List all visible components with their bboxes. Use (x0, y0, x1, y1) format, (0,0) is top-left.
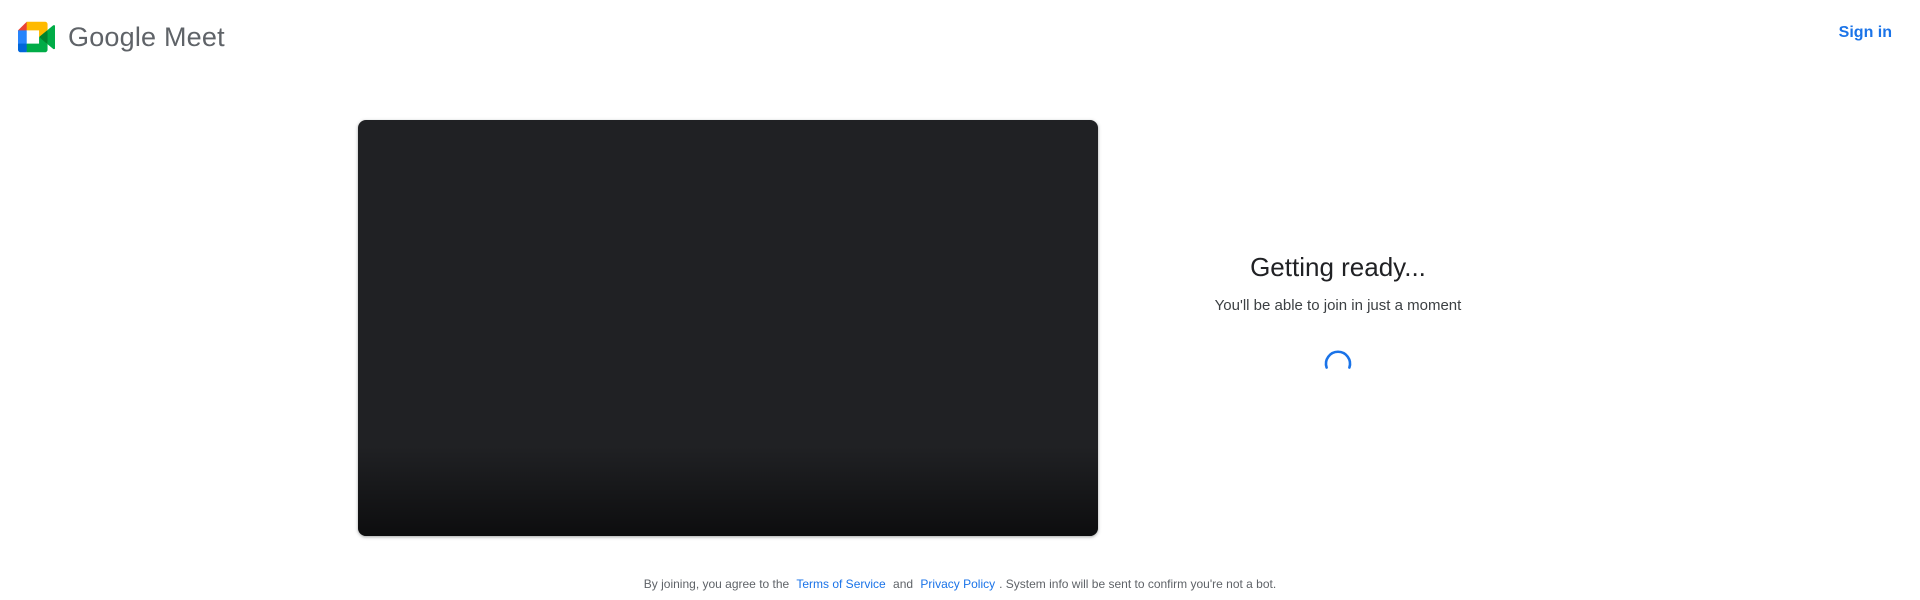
footer-prefix-text: By joining, you agree to the (643, 577, 790, 591)
brand[interactable]: Google Meet (18, 20, 225, 54)
sign-in-link[interactable]: Sign in (1835, 22, 1896, 44)
legal-footer: By joining, you agree to the Terms of Se… (0, 574, 1920, 594)
google-meet-logo-icon (18, 21, 55, 53)
status-subtitle: You'll be able to join in just a moment (1214, 297, 1462, 314)
brand-name: Google Meet (68, 21, 225, 52)
loading-spinner-icon (1324, 350, 1352, 369)
status-title: Getting ready... (1250, 252, 1426, 282)
footer-suffix-text: . System info will be sent to confirm yo… (999, 577, 1277, 591)
terms-of-service-link[interactable]: Terms of Service (796, 577, 885, 591)
video-preview-gradient (358, 446, 1098, 536)
top-bar: Google Meet Sign in (0, 0, 1920, 72)
privacy-policy-link[interactable]: Privacy Policy (920, 577, 995, 591)
video-preview (358, 120, 1098, 536)
footer-and-text: and (893, 577, 914, 591)
join-status-panel: Getting ready... You'll be able to join … (1138, 250, 1538, 316)
